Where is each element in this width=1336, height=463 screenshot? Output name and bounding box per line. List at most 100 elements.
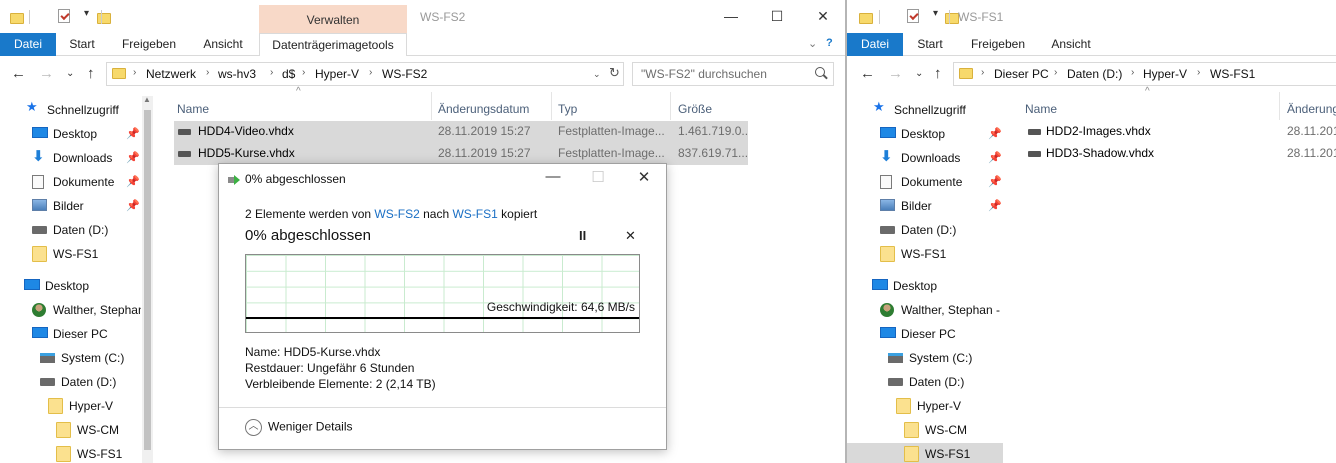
breadcrumb-netzwerk[interactable]: Netzwerk	[146, 67, 196, 81]
tab-datentraegerimagetools[interactable]: Datenträgerimagetools	[259, 33, 407, 56]
chevron-right-icon[interactable]: ›	[1131, 67, 1134, 78]
forward-arrow-icon[interactable]: →	[39, 65, 54, 82]
chevron-right-icon[interactable]: ›	[302, 67, 305, 78]
column-size[interactable]: Größe	[678, 96, 712, 122]
nav-downloads[interactable]: ⬇ Downloads 📌	[32, 147, 141, 169]
nav-bilder[interactable]: Bilder 📌	[32, 195, 141, 217]
expand-ribbon-icon[interactable]: ⌄	[808, 37, 817, 50]
copy-icon	[228, 174, 240, 185]
maximize-button[interactable]: ☐	[583, 168, 613, 186]
column-date[interactable]: Änderung	[1287, 96, 1336, 122]
properties-icon[interactable]	[58, 9, 71, 23]
column-separator[interactable]	[431, 92, 432, 120]
breadcrumb-ws-fs2[interactable]: WS-FS2	[382, 67, 427, 81]
column-separator[interactable]	[670, 92, 671, 120]
chevron-right-icon[interactable]: ›	[270, 67, 273, 78]
speed-line	[246, 317, 639, 319]
nav-scrollbar[interactable]: ▲	[142, 95, 153, 463]
file-row[interactable]: HDD5-Kurse.vhdx 28.11.2019 15:27 Festpla…	[174, 143, 748, 165]
breadcrumb-ws-fs1[interactable]: WS-FS1	[1210, 67, 1255, 81]
breadcrumb-dieser-pc[interactable]: Dieser PC	[994, 67, 1049, 81]
breadcrumb-ws-hv3[interactable]: ws-hv3	[218, 67, 256, 81]
new-folder-icon[interactable]	[944, 13, 959, 24]
properties-icon[interactable]	[907, 9, 920, 23]
destination-link[interactable]: WS-FS1	[452, 207, 497, 221]
file-row[interactable]: HDD3-Shadow.vhdx 28.11.2019	[1024, 143, 1336, 165]
customize-quick-access-icon[interactable]: ▾	[933, 8, 938, 25]
less-details-button[interactable]: ︿ Weniger Details	[245, 419, 352, 436]
refresh-icon[interactable]: ↻	[609, 65, 620, 81]
breadcrumb-hyper-v[interactable]: Hyper-V	[315, 67, 359, 81]
nav-desktop[interactable]: Desktop 📌	[880, 123, 1003, 145]
chevron-right-icon[interactable]: ›	[206, 67, 209, 78]
maximize-button[interactable]: ☐	[754, 0, 800, 32]
nav-label: System (C:)	[909, 351, 973, 365]
back-arrow-icon[interactable]: ←	[860, 65, 875, 82]
tab-start[interactable]: Start	[59, 33, 105, 56]
search-icon[interactable]	[815, 67, 825, 77]
up-arrow-icon[interactable]: ↑	[87, 65, 95, 82]
breadcrumb-hyper-v[interactable]: Hyper-V	[1143, 67, 1187, 81]
address-bar[interactable]: › Netzwerk › ws-hv3 › d$ › Hyper-V › WS-…	[106, 62, 624, 86]
help-icon[interactable]: ?	[826, 37, 833, 49]
tab-ansicht[interactable]: Ansicht	[1043, 33, 1099, 56]
new-folder-icon[interactable]	[96, 13, 111, 24]
search-box[interactable]: "WS-FS2" durchsuchen	[632, 62, 834, 86]
chevron-right-icon[interactable]: ›	[133, 67, 136, 78]
column-name[interactable]: Name	[177, 96, 209, 122]
chevron-right-icon[interactable]: ›	[369, 67, 372, 78]
divider	[879, 10, 880, 24]
minimize-button[interactable]: —	[708, 0, 754, 32]
tab-start[interactable]: Start	[907, 33, 953, 56]
up-arrow-icon[interactable]: ↑	[934, 65, 942, 82]
tab-freigeben[interactable]: Freigeben	[115, 33, 183, 56]
tab-datei[interactable]: Datei	[847, 33, 903, 56]
nav-dokumente[interactable]: Dokumente 📌	[880, 171, 1003, 193]
tab-datei[interactable]: Datei	[0, 33, 56, 56]
back-arrow-icon[interactable]: ←	[11, 65, 26, 82]
nav-ws-fs1-sub-selected[interactable]: WS-FS1	[847, 443, 1003, 463]
desktop-icon	[872, 279, 888, 290]
folder-icon	[10, 13, 24, 24]
nav-downloads[interactable]: ⬇ Downloads 📌	[880, 147, 1003, 169]
chevron-right-icon[interactable]: ›	[1054, 67, 1057, 78]
address-row: ← → ⌄ ↑ › Netzwerk › ws-hv3 › d$ › Hyper…	[0, 62, 845, 86]
tab-ansicht[interactable]: Ansicht	[195, 33, 251, 56]
minimize-button[interactable]: —	[538, 168, 568, 185]
column-date[interactable]: Änderungsdatum	[438, 96, 529, 122]
cancel-icon[interactable]: ✕	[625, 228, 636, 244]
file-row[interactable]: HDD2-Images.vhdx 28.11.2019	[1024, 121, 1336, 143]
pause-icon[interactable]: II	[579, 228, 586, 243]
column-separator[interactable]	[1279, 92, 1280, 120]
address-dropdown-icon[interactable]: ⌄	[593, 69, 601, 80]
file-row[interactable]: HDD4-Video.vhdx 28.11.2019 15:27 Festpla…	[174, 121, 748, 143]
scrollbar-thumb[interactable]	[144, 110, 151, 450]
address-bar[interactable]: › Dieser PC › Daten (D:) › Hyper-V › WS-…	[953, 62, 1336, 86]
column-separator[interactable]	[551, 92, 552, 120]
column-name[interactable]: Name	[1025, 96, 1057, 122]
recent-dropdown-icon[interactable]: ⌄	[66, 68, 74, 79]
drive-icon	[880, 226, 895, 234]
breadcrumb-daten-d[interactable]: Daten (D:)	[1067, 67, 1122, 81]
column-type[interactable]: Typ	[558, 96, 577, 122]
close-button[interactable]: ✕	[629, 168, 659, 186]
divider	[29, 10, 30, 24]
chevron-right-icon[interactable]: ›	[1197, 67, 1200, 78]
close-button[interactable]: ✕	[800, 0, 845, 32]
source-link[interactable]: WS-FS2	[374, 207, 419, 221]
nav-bilder[interactable]: Bilder 📌	[880, 195, 1003, 217]
scroll-up-icon[interactable]: ▲	[143, 95, 151, 104]
nav-label: Hyper-V	[917, 399, 962, 413]
nav-label: WS-FS1	[925, 447, 971, 461]
nav-desktop[interactable]: Desktop 📌	[32, 123, 141, 145]
tab-freigeben[interactable]: Freigeben	[965, 33, 1031, 56]
forward-arrow-icon[interactable]: →	[888, 65, 903, 82]
nav-dokumente[interactable]: Dokumente 📌	[32, 171, 141, 193]
desktop-icon	[32, 127, 48, 138]
chevron-right-icon[interactable]: ›	[981, 67, 984, 78]
recent-dropdown-icon[interactable]: ⌄	[915, 68, 923, 79]
customize-quick-access-icon[interactable]: ▾	[84, 8, 89, 25]
pin-icon: 📌	[126, 152, 140, 164]
breadcrumb-d[interactable]: d$	[282, 67, 295, 81]
less-details-label: Weniger Details	[268, 419, 353, 434]
